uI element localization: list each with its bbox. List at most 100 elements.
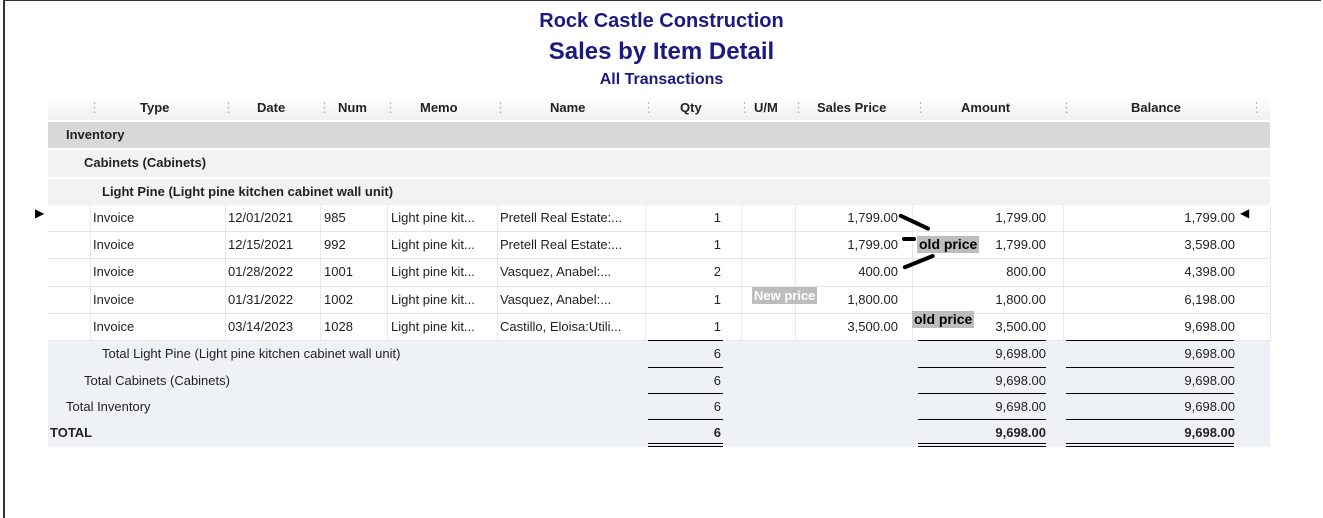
cell-amount: 1,799.00	[995, 237, 1046, 253]
cell-divider	[741, 259, 742, 286]
cell-amount: 1,800.00	[995, 291, 1046, 307]
table-row[interactable]: Invoice 01/31/2022 1002 Light pine kit... Va…	[48, 286, 1271, 315]
cell-divider	[1270, 314, 1271, 341]
cell-divider	[90, 204, 91, 232]
total-balance: 9,698.00	[1184, 346, 1235, 362]
table-row[interactable]: Invoice 03/14/2023 1028 Light pine kit... Ca…	[48, 314, 1271, 342]
cell-divider	[497, 232, 498, 259]
cell-amount: 1,799.00	[995, 209, 1046, 225]
cell-divider	[387, 259, 388, 286]
group-light-pine: Light Pine (Light pine kitchen cabinet w…	[48, 176, 1270, 205]
total-row: Total Inventory 6 9,698.00 9,698.00	[48, 392, 1270, 421]
cell-balance: 4,398.00	[1184, 264, 1235, 280]
total-qty: 6	[713, 346, 721, 362]
cell-divider	[1063, 259, 1064, 286]
cell-divider	[741, 232, 742, 259]
table-row[interactable]: Invoice 12/15/2021 992 Light pine kit... Pre…	[48, 232, 1271, 260]
cell-qty: 1	[713, 291, 721, 307]
annotation-new-price: New price	[752, 287, 818, 304]
cell-num: 1001	[324, 264, 353, 280]
cell-num: 1002	[324, 291, 353, 307]
cell-divider	[90, 232, 91, 259]
cell-date: 12/15/2021	[228, 237, 294, 253]
cell-divider	[1063, 204, 1064, 232]
cell-divider	[225, 314, 226, 341]
cell-divider	[497, 286, 498, 314]
total-amount: 9,698.00	[995, 398, 1046, 414]
col-memo[interactable]: Memo	[420, 96, 458, 120]
cell-name: Vasquez, Anabel:...	[500, 291, 612, 307]
cell-divider	[90, 286, 91, 314]
total-label: Total Light Pine (Light pine kitchen cab…	[102, 346, 401, 362]
group-inventory: Inventory	[48, 120, 1270, 149]
col-um[interactable]: U/M	[754, 96, 778, 120]
table-row[interactable]: Invoice 12/01/2021 985 Light pine kit... Pre…	[48, 204, 1271, 233]
cell-divider	[741, 286, 742, 314]
col-amount[interactable]: Amount	[961, 96, 1010, 120]
cell-price: 1,800.00	[847, 291, 898, 307]
cell-divider	[645, 204, 646, 232]
selected-row-end-marker-icon: ◀	[1240, 206, 1250, 220]
total-row: Total Light Pine (Light pine kitchen cab…	[48, 340, 1270, 368]
cell-date: 12/01/2021	[228, 209, 294, 225]
table-row[interactable]: Invoice 01/28/2022 1001 Light pine kit... Va…	[48, 259, 1271, 287]
cell-divider	[645, 259, 646, 286]
cell-type: Invoice	[93, 264, 135, 280]
cell-balance: 3,598.00	[1184, 237, 1235, 253]
cell-divider	[645, 232, 646, 259]
cell-divider	[1270, 286, 1271, 314]
cell-memo: Light pine kit...	[391, 264, 475, 280]
company-name: Rock Castle Construction	[539, 10, 784, 32]
total-amount: 9,698.00	[995, 372, 1046, 388]
total-row: TOTAL 6 9,698.00 9,698.00	[48, 419, 1270, 447]
cell-divider	[320, 232, 321, 259]
cell-price: 3,500.00	[847, 319, 898, 335]
cell-divider	[1270, 259, 1271, 286]
cell-balance: 1,799.00	[1184, 209, 1235, 225]
cell-divider	[497, 314, 498, 341]
total-qty: 6	[713, 398, 721, 414]
group-cabinets: Cabinets (Cabinets)	[48, 148, 1270, 177]
cell-divider	[1063, 232, 1064, 259]
total-qty: 6	[713, 372, 721, 388]
cell-divider	[225, 204, 226, 232]
cell-divider	[795, 232, 796, 259]
cell-divider	[320, 259, 321, 286]
column-header-row: ⋮ Type ⋮ Date ⋮ Num ⋮ Memo ⋮ Name ⋮ Qty …	[48, 96, 1270, 120]
cell-type: Invoice	[93, 319, 135, 335]
cell-divider	[741, 314, 742, 341]
col-type[interactable]: Type	[140, 96, 169, 120]
total-amount: 9,698.00	[995, 346, 1046, 362]
cell-divider	[645, 314, 646, 341]
report-title: Sales by Item Detail	[548, 38, 775, 65]
cell-divider	[387, 314, 388, 341]
total-label: Total Cabinets (Cabinets)	[84, 372, 230, 388]
col-sales-price[interactable]: Sales Price	[817, 96, 886, 120]
cell-num: 985	[324, 209, 346, 225]
cell-name: Pretell Real Estate:...	[500, 209, 623, 225]
cell-qty: 1	[713, 319, 721, 335]
cell-name: Pretell Real Estate:...	[500, 237, 623, 253]
col-balance[interactable]: Balance	[1131, 96, 1181, 120]
cell-qty: 1	[713, 209, 721, 225]
cell-date: 03/14/2023	[228, 319, 294, 335]
cell-date: 01/31/2022	[228, 291, 294, 307]
cell-divider	[90, 259, 91, 286]
total-balance: 9,698.00	[1184, 398, 1235, 414]
col-date[interactable]: Date	[257, 96, 285, 120]
cell-divider	[387, 286, 388, 314]
cell-divider	[497, 259, 498, 286]
cell-type: Invoice	[93, 291, 135, 307]
cell-divider	[497, 204, 498, 232]
cell-divider	[1270, 204, 1271, 232]
cell-divider	[225, 259, 226, 286]
cell-divider	[320, 204, 321, 232]
cell-memo: Light pine kit...	[391, 209, 475, 225]
col-qty[interactable]: Qty	[680, 96, 702, 120]
col-name[interactable]: Name	[550, 96, 585, 120]
annotation-old-price-2: old price	[912, 311, 975, 328]
cell-num: 992	[324, 237, 346, 253]
col-num[interactable]: Num	[338, 96, 367, 120]
cell-divider	[795, 314, 796, 341]
cell-qty: 2	[713, 264, 721, 280]
